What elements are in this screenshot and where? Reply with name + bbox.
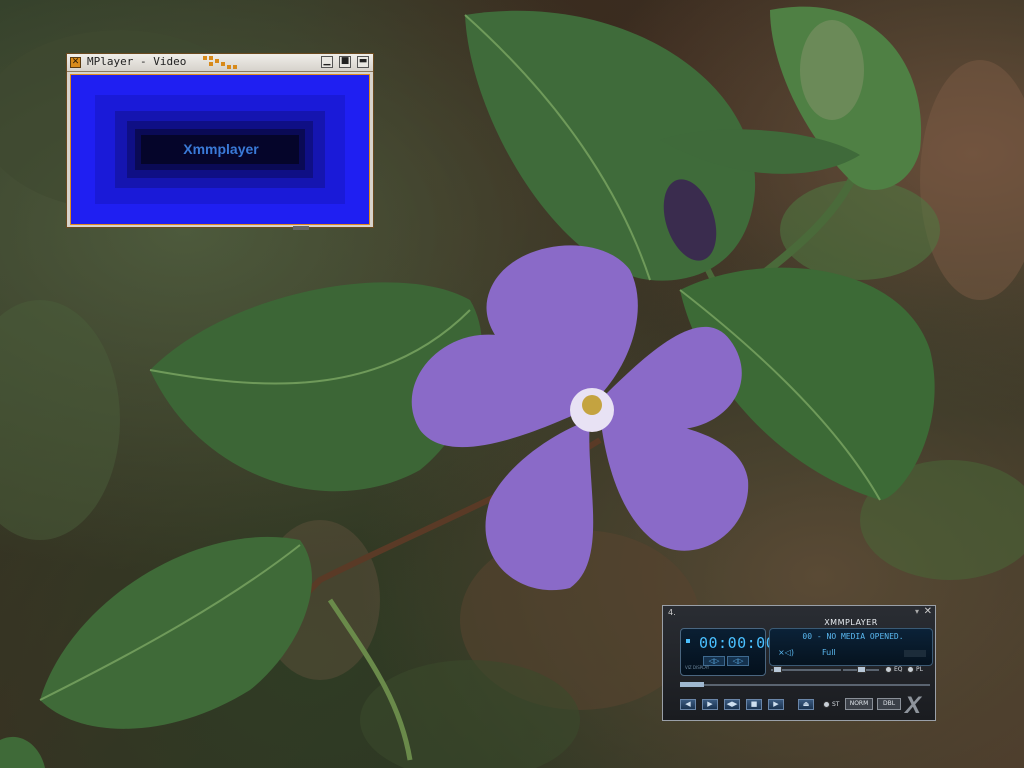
mplayer-titlebar[interactable]: ✕ MPlayer - Video ▁ ■ ▬ [67, 54, 373, 72]
norm-button[interactable]: NORM [845, 698, 873, 710]
balance-slider-thumb[interactable] [857, 666, 866, 673]
stop-icon[interactable]: ■ [746, 699, 762, 710]
pause-icon[interactable]: ◀▶ [724, 699, 740, 710]
song-info-display[interactable]: 00 - NO MEDIA OPENED. ×◁) Full [769, 628, 933, 666]
close-icon[interactable]: ✕ [924, 606, 932, 617]
play-indicator-icon [686, 639, 690, 643]
seek-thumb[interactable] [680, 682, 704, 687]
xmmplayer-logo-text: Xmmplayer [183, 141, 259, 157]
maximize-icon[interactable]: ■ [339, 56, 351, 68]
viz-display-label: VIZ DISPLAY [685, 665, 710, 670]
next-icon[interactable]: ▶ [768, 699, 784, 710]
resize-handle[interactable] [293, 226, 309, 230]
forward-icon[interactable]: ◁▷ [727, 656, 749, 666]
xmmplayer-window[interactable]: 4. ▾ ✕ XMMPLAYER 00:00:00 ◁▷ ◁▷ VIZ DISP… [662, 605, 936, 721]
shade-icon[interactable]: ▾ [915, 607, 919, 616]
elapsed-time: 00:00:00 [699, 634, 776, 652]
display-mode[interactable]: Full [822, 648, 836, 657]
time-display[interactable]: 00:00:00 ◁▷ ◁▷ VIZ DISPLAY [680, 628, 775, 676]
minimize-icon[interactable]: ▁ [321, 56, 333, 68]
xmmplayer-logo: X [905, 692, 922, 719]
eq-toggle[interactable] [885, 666, 892, 673]
song-title: 00 - NO MEDIA OPENED. [802, 632, 904, 641]
previous-icon[interactable]: ◀ [680, 699, 696, 710]
eq-label: EQ [894, 666, 903, 673]
play-icon[interactable]: ▶ [702, 699, 718, 710]
seek-bar[interactable] [680, 684, 930, 686]
video-display[interactable]: Xmmplayer [70, 74, 370, 225]
titlebar-decoration [203, 56, 239, 69]
pl-toggle[interactable] [907, 666, 914, 673]
window-title: MPlayer - Video [87, 55, 187, 68]
dbl-button[interactable]: DBL [877, 698, 901, 710]
mute-icon[interactable]: ×◁) [778, 648, 794, 657]
player-title: XMMPLAYER [824, 618, 878, 627]
menu-icon[interactable]: 4. [668, 608, 676, 617]
close-icon[interactable]: ▬ [357, 56, 369, 68]
volume-slider-thumb[interactable] [773, 666, 782, 673]
pl-label: PL [916, 666, 923, 673]
stereo-toggle[interactable] [823, 701, 830, 708]
kbps-box [904, 650, 926, 657]
xmmplayer-titlebar[interactable] [663, 606, 935, 616]
close-icon[interactable]: ✕ [70, 57, 81, 68]
eject-icon[interactable]: ⏏ [798, 699, 814, 710]
mplayer-video-window[interactable]: ✕ MPlayer - Video ▁ ■ ▬ Xmmplayer [66, 53, 374, 230]
st-label: ST [832, 701, 840, 708]
